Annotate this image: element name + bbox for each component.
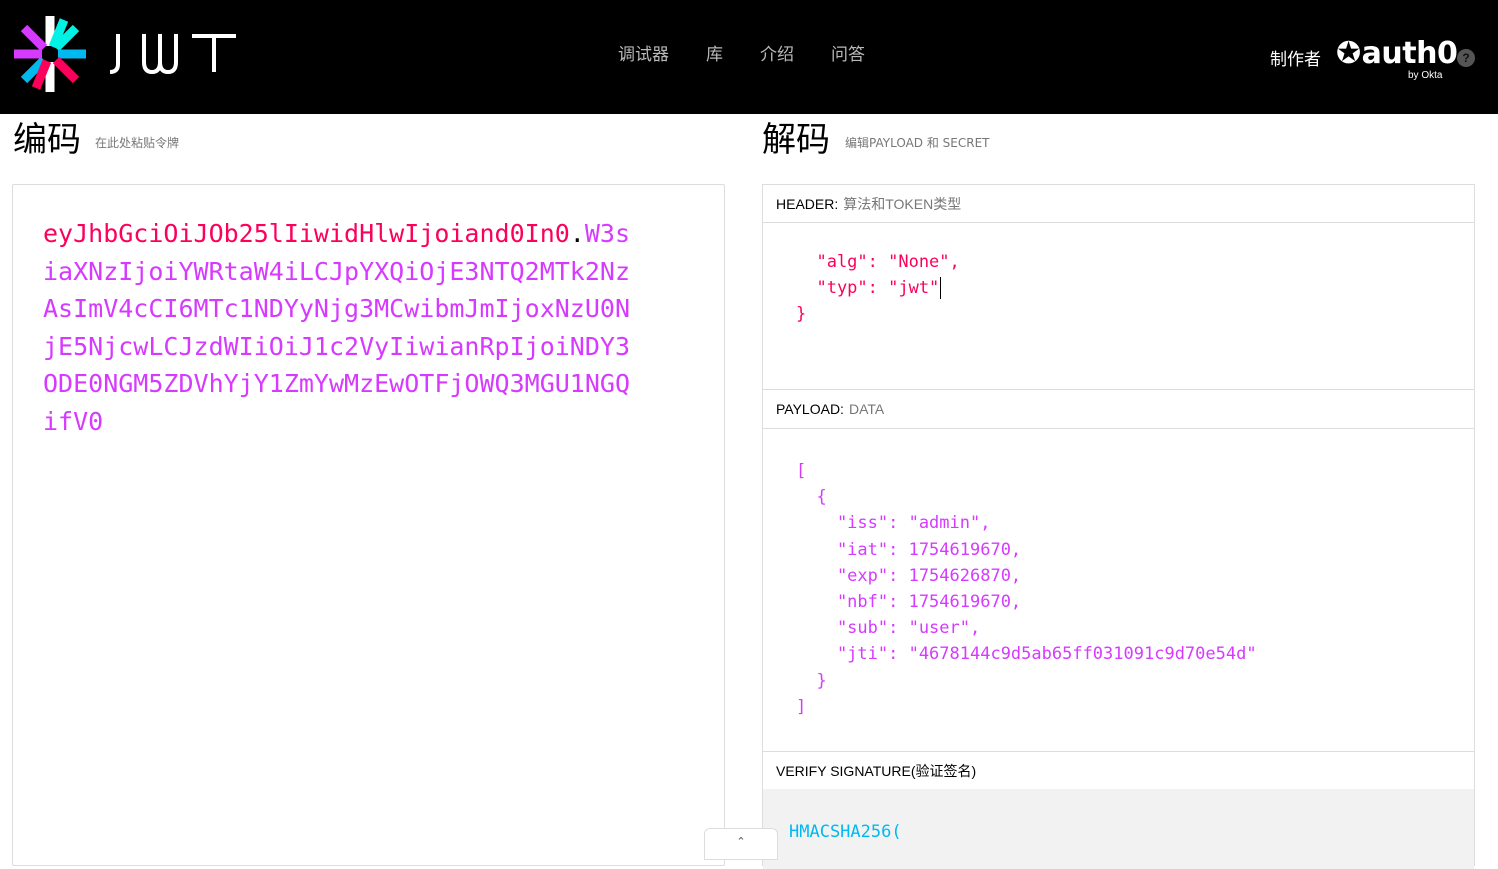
- encoded-title: 编码: [13, 120, 81, 160]
- made-by-label: 制作者: [1270, 50, 1321, 70]
- decoded-panel: HEADER: 算法和TOKEN类型 "alg": "None", "typ": …: [762, 184, 1475, 869]
- signature-algorithm: HMACSHA256(: [789, 822, 902, 842]
- decoded-subtitle: 编辑PAYLOAD 和 SECRET: [845, 136, 990, 150]
- encoded-subtitle: 在此处粘贴令牌: [95, 136, 180, 150]
- help-icon[interactable]: ?: [1457, 49, 1475, 67]
- nav-debugger[interactable]: 调试器: [618, 40, 669, 65]
- nav-faq[interactable]: 问答: [831, 40, 865, 65]
- header-json-close: }: [796, 304, 807, 324]
- payload-json-editor[interactable]: [ { "iss": "admin", "iat": 1754619670, "…: [796, 458, 1257, 720]
- header-sublabel: 算法和TOKEN类型: [843, 196, 962, 212]
- jwt-logo-icon[interactable]: [10, 14, 90, 94]
- nav-introduction[interactable]: 介绍: [760, 40, 794, 65]
- encoded-token-text[interactable]: eyJhbGciOiJOb25lIiwidHlwIjoiand0In0.W3si…: [43, 215, 643, 440]
- token-payload-part: W3siaXNzIjoiYWRtaW4iLCJpYXQiOjE3NTQ2MTk2…: [43, 219, 631, 436]
- auth0-wordmark: auth0: [1361, 36, 1458, 71]
- header-section-title: HEADER: 算法和TOKEN类型: [763, 185, 1474, 223]
- signature-editor[interactable]: HMACSHA256(: [763, 789, 1474, 869]
- auth0-star-icon: ✪: [1336, 36, 1361, 71]
- token-header-part: eyJhbGciOiJOb25lIiwidHlwIjoiand0In0: [43, 219, 570, 248]
- main-nav: 调试器 库 介绍 问答: [618, 40, 902, 65]
- payload-sublabel: DATA: [848, 401, 885, 417]
- nav-libraries[interactable]: 库: [706, 40, 723, 65]
- jwt-wordmark-icon: [109, 34, 236, 74]
- top-bar: 调试器 库 介绍 问答 制作者 ✪auth0 by Okta ?: [0, 0, 1498, 114]
- decoded-title: 解码: [762, 120, 830, 160]
- payload-section-title: PAYLOAD: DATA: [763, 390, 1474, 429]
- auth0-logo[interactable]: ✪auth0: [1336, 36, 1458, 71]
- header-json-editor[interactable]: "alg": "None", "typ": "jwt": [796, 249, 960, 301]
- header-label: HEADER:: [776, 196, 839, 212]
- collapse-toggle-button[interactable]: ⌃: [704, 828, 778, 860]
- payload-label: PAYLOAD:: [776, 401, 844, 417]
- by-okta-label: by Okta: [1408, 70, 1443, 81]
- header-json: "alg": "None", "typ": "jwt": [816, 252, 960, 299]
- text-cursor: [940, 277, 942, 300]
- verify-section-title: VERIFY SIGNATURE(验证签名): [763, 752, 1474, 790]
- token-separator: .: [569, 219, 585, 248]
